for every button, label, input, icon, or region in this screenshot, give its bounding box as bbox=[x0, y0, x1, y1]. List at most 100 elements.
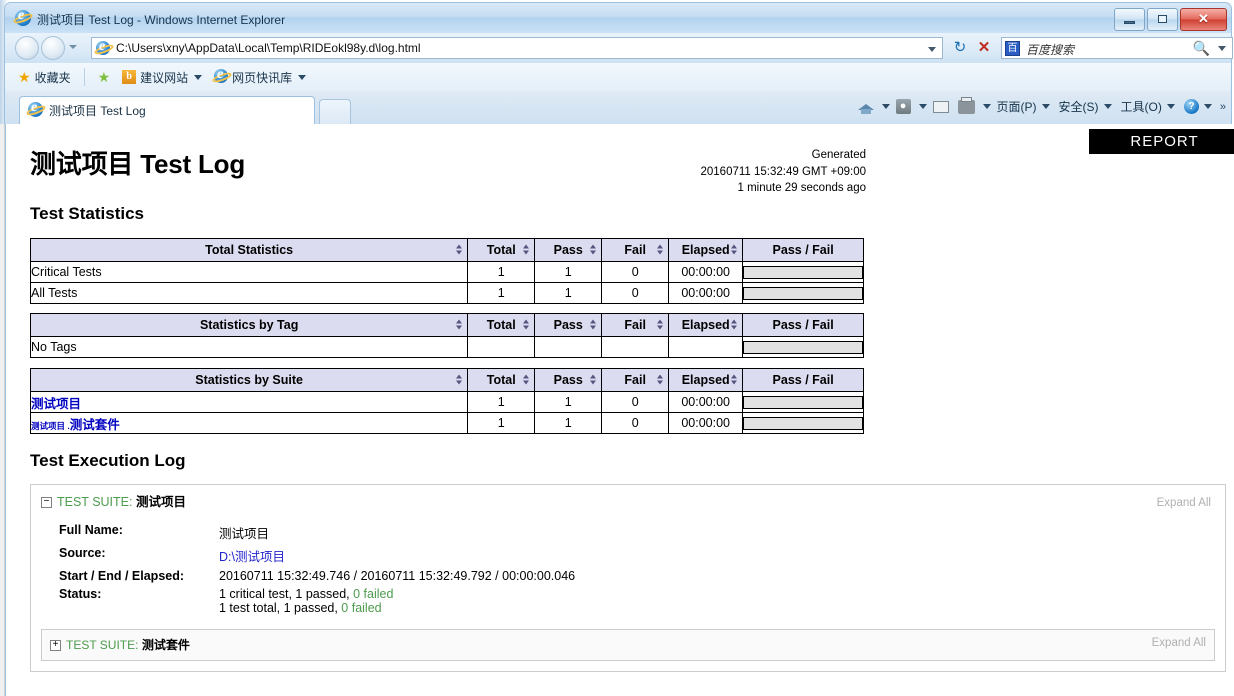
column-label: Pass / Fail bbox=[772, 373, 834, 387]
expand-all-link[interactable]: Expand All bbox=[1152, 637, 1206, 649]
expand-toggle-icon[interactable]: + bbox=[50, 640, 61, 652]
column-label: Statistics by Suite bbox=[195, 373, 303, 387]
column-header-total[interactable]: Total bbox=[467, 368, 536, 392]
detail-row: Source: D:\测试项目 bbox=[59, 544, 575, 567]
suite-link[interactable]: 测试套件 bbox=[70, 418, 120, 432]
search-input[interactable]: 百度搜索 bbox=[1026, 41, 1074, 58]
column-header-elapsed[interactable]: Elapsed bbox=[668, 313, 744, 337]
collapse-toggle-icon[interactable]: − bbox=[41, 497, 52, 509]
chevron-down-icon[interactable] bbox=[1166, 104, 1175, 109]
navigation-bar: C:\Users\xny\AppData\Local\Temp\RIDEokl9… bbox=[4, 33, 1233, 63]
column-header-name[interactable]: Statistics by Suite bbox=[29, 368, 469, 392]
suggested-sites-item[interactable]: b 建议网站 bbox=[119, 68, 205, 87]
column-header-name[interactable]: Total Statistics bbox=[29, 238, 469, 262]
test-execution-log-heading: Test Execution Log bbox=[30, 451, 186, 470]
address-bar[interactable]: C:\Users\xny\AppData\Local\Temp\RIDEokl9… bbox=[91, 37, 943, 59]
feeds-chevron-down-icon[interactable] bbox=[918, 104, 927, 109]
source-link[interactable]: D:\测试项目 bbox=[219, 550, 285, 564]
sort-icon[interactable] bbox=[731, 244, 738, 256]
column-header-fail[interactable]: Fail bbox=[601, 238, 670, 262]
column-header-pass[interactable]: Pass bbox=[534, 313, 603, 337]
column-label: Pass bbox=[553, 318, 583, 332]
column-header-pass[interactable]: Pass bbox=[534, 368, 603, 392]
parent-suite-link[interactable]: 测试项目 . bbox=[31, 421, 70, 431]
chevron-down-icon[interactable] bbox=[1103, 104, 1112, 109]
column-header-pass[interactable]: Pass bbox=[534, 238, 603, 262]
overflow-chevron-right-icon[interactable]: » bbox=[1220, 101, 1226, 113]
favorites-center-button[interactable]: ★ 收藏夹 bbox=[15, 68, 74, 87]
sort-icon[interactable] bbox=[657, 374, 664, 386]
forward-button[interactable] bbox=[41, 36, 65, 60]
stop-button[interactable]: ✕ bbox=[973, 38, 995, 58]
home-button[interactable] bbox=[855, 98, 877, 116]
sort-icon[interactable] bbox=[731, 319, 738, 331]
chevron-down-icon[interactable] bbox=[194, 74, 203, 80]
close-button[interactable]: ✕ bbox=[1180, 8, 1227, 31]
safety-menu[interactable]: 安全(S) bbox=[1056, 96, 1115, 117]
column-header-total[interactable]: Total bbox=[467, 238, 536, 262]
command-bar: ● 页面(P) 安全(S) 工具(O) ? » bbox=[855, 96, 1226, 117]
help-menu[interactable]: ? bbox=[1181, 97, 1215, 116]
add-to-favorites-bar-button[interactable]: ★ bbox=[95, 68, 114, 87]
column-header-elapsed[interactable]: Elapsed bbox=[668, 368, 744, 392]
sort-icon[interactable] bbox=[657, 319, 664, 331]
root-suite-header[interactable]: − TEST SUITE: 测试项目 Expand All bbox=[41, 493, 1215, 511]
row-total: 1 bbox=[467, 412, 536, 434]
suite-link[interactable]: 测试项目 bbox=[31, 397, 81, 411]
web-slice-gallery-item[interactable]: 网页快讯库 bbox=[211, 67, 309, 87]
search-provider-chevron-down-icon[interactable] bbox=[1218, 46, 1226, 51]
generated-ago: 1 minute 29 seconds ago bbox=[737, 182, 866, 194]
sort-icon[interactable] bbox=[456, 374, 463, 386]
address-input[interactable]: C:\Users\xny\AppData\Local\Temp\RIDEokl9… bbox=[116, 41, 421, 55]
sort-icon[interactable] bbox=[590, 319, 597, 331]
sort-icon[interactable] bbox=[456, 319, 463, 331]
read-mail-button[interactable] bbox=[930, 99, 952, 115]
minimize-button[interactable] bbox=[1114, 8, 1145, 31]
sort-icon[interactable] bbox=[657, 244, 664, 256]
column-label: Pass / Fail bbox=[772, 243, 834, 257]
sort-icon[interactable] bbox=[523, 244, 530, 256]
child-suite-row[interactable]: + TEST SUITE: 测试套件 Expand All bbox=[41, 629, 1215, 661]
page-menu[interactable]: 页面(P) bbox=[994, 96, 1053, 117]
column-header-fail[interactable]: Fail bbox=[601, 368, 670, 392]
report-banner[interactable]: REPORT bbox=[1089, 129, 1234, 154]
column-header-fail[interactable]: Fail bbox=[601, 313, 670, 337]
feeds-button[interactable]: ● bbox=[893, 97, 914, 116]
row-name[interactable]: 测试项目 bbox=[29, 391, 469, 413]
status-text: 1 test total, 1 passed, bbox=[219, 601, 342, 615]
search-icon[interactable]: 🔍 bbox=[1193, 40, 1210, 57]
print-chevron-down-icon[interactable] bbox=[982, 104, 991, 109]
sort-icon[interactable] bbox=[523, 319, 530, 331]
column-header-total[interactable]: Total bbox=[467, 313, 536, 337]
favorites-separator bbox=[83, 68, 85, 86]
address-chevron-down-icon[interactable] bbox=[928, 47, 936, 52]
expand-all-link[interactable]: Expand All bbox=[1157, 494, 1211, 512]
sort-icon[interactable] bbox=[590, 244, 597, 256]
test-statistics-heading: Test Statistics bbox=[30, 204, 145, 223]
help-icon: ? bbox=[1183, 99, 1199, 114]
maximize-button[interactable] bbox=[1147, 8, 1178, 31]
chevron-down-icon[interactable] bbox=[1041, 104, 1050, 109]
sort-icon[interactable] bbox=[731, 374, 738, 386]
favorites-bar: ★ 收藏夹 ★ b 建议网站 网页快讯库 bbox=[4, 63, 1232, 91]
new-tab-button[interactable] bbox=[319, 99, 351, 124]
column-header-elapsed[interactable]: Elapsed bbox=[668, 238, 744, 262]
table-row: Critical Tests 1 1 0 00:00:00 bbox=[29, 261, 864, 283]
search-bar[interactable]: 百 百度搜索 🔍 bbox=[1001, 37, 1233, 59]
refresh-button[interactable]: ↻ bbox=[949, 38, 971, 58]
print-button[interactable] bbox=[955, 96, 978, 116]
tab-test-log[interactable]: 测试项目 Test Log bbox=[19, 96, 315, 124]
chevron-down-icon[interactable] bbox=[1203, 104, 1212, 109]
recent-pages-chevron-down-icon[interactable] bbox=[69, 45, 77, 49]
chevron-down-icon[interactable] bbox=[298, 74, 307, 80]
row-name[interactable]: 测试项目 .测试套件 bbox=[29, 412, 469, 434]
sort-icon[interactable] bbox=[456, 244, 463, 256]
home-chevron-down-icon[interactable] bbox=[881, 104, 890, 109]
tools-menu[interactable]: 工具(O) bbox=[1118, 96, 1178, 117]
column-header-name[interactable]: Statistics by Tag bbox=[29, 313, 469, 337]
sort-icon[interactable] bbox=[590, 374, 597, 386]
execution-log-panel: − TEST SUITE: 测试项目 Expand All Full Name: … bbox=[30, 484, 1226, 672]
back-button[interactable] bbox=[15, 36, 39, 60]
detail-value: D:\测试项目 bbox=[219, 544, 575, 567]
sort-icon[interactable] bbox=[523, 374, 530, 386]
